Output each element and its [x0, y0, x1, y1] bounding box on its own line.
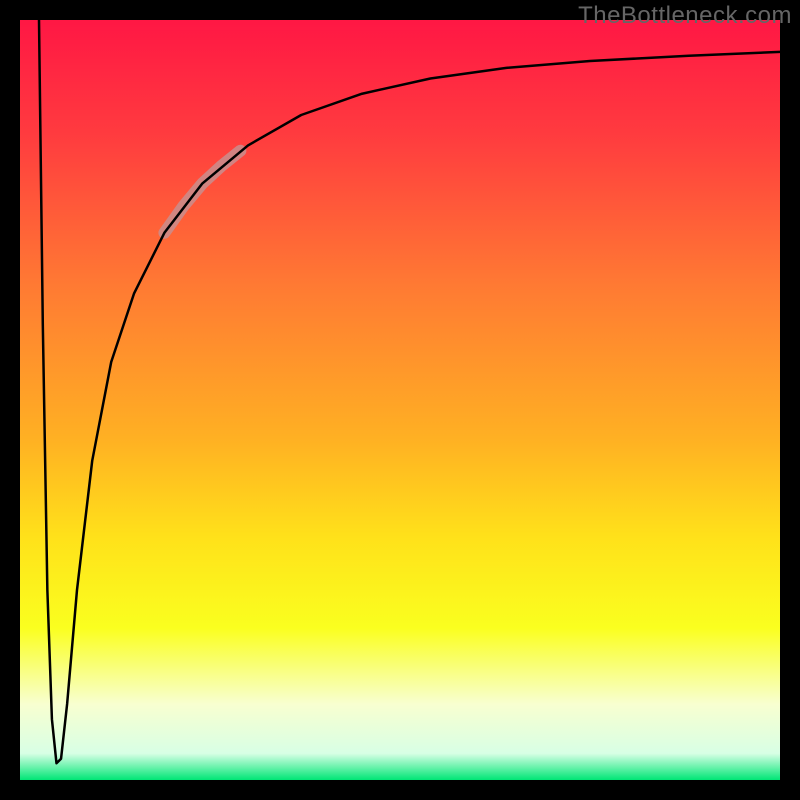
chart-stage: TheBottleneck.com — [0, 0, 800, 800]
bottleneck-chart — [0, 0, 800, 800]
watermark-text: TheBottleneck.com — [578, 2, 792, 30]
chart-background-gradient — [20, 20, 780, 780]
